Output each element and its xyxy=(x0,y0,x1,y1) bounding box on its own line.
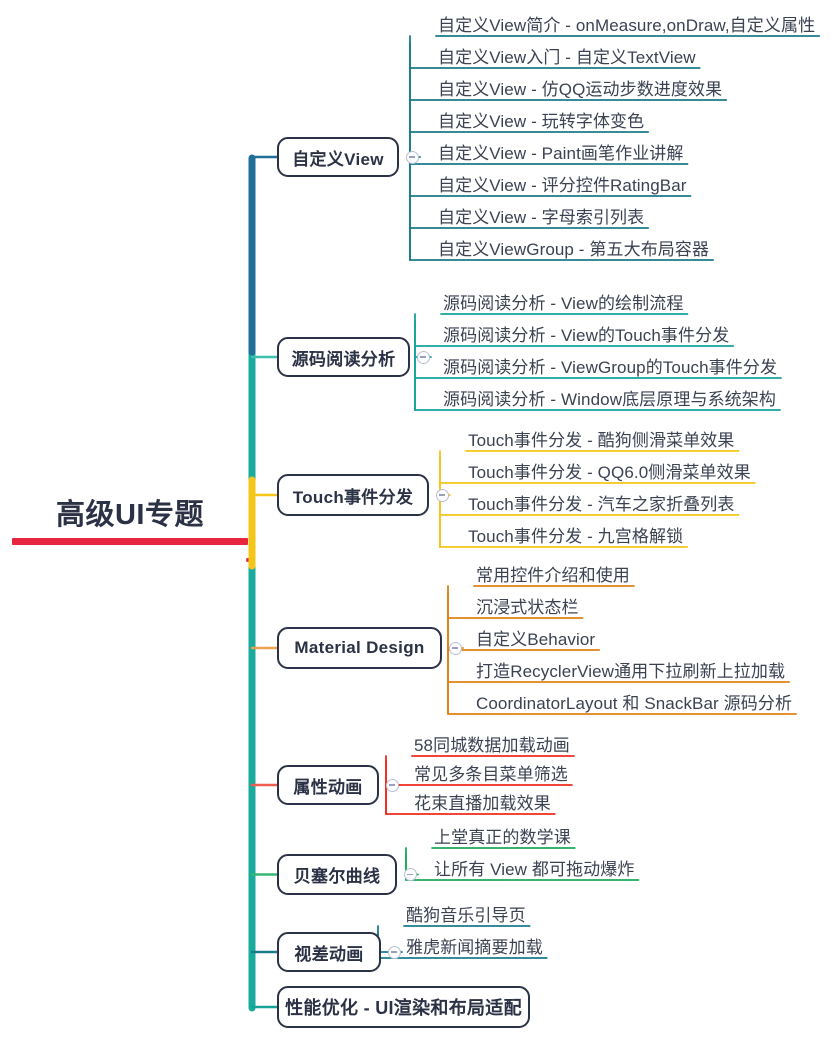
leaf-node[interactable]: 源码阅读分析 - ViewGroup的Touch事件分发 xyxy=(443,359,777,376)
leaf-node[interactable]: 自定义View入门 - 自定义TextView xyxy=(438,49,696,66)
leaf-node[interactable]: 酷狗音乐引导页 xyxy=(406,907,526,924)
leaf-node[interactable]: 源码阅读分析 - View的绘制流程 xyxy=(443,295,683,312)
leaf-node[interactable]: 源码阅读分析 - View的Touch事件分发 xyxy=(443,327,729,344)
leaf-node[interactable]: Touch事件分发 - QQ6.0侧滑菜单效果 xyxy=(468,464,751,481)
leaf-node[interactable]: 自定义Behavior xyxy=(476,631,595,648)
leaf-node[interactable]: 自定义ViewGroup - 第五大布局容器 xyxy=(438,241,709,258)
leaf-node[interactable]: 自定义View - Paint画笔作业讲解 xyxy=(438,145,684,162)
root-node[interactable]: 高级UI专题 xyxy=(12,499,248,545)
leaf-node[interactable]: 打造RecyclerView通用下拉刷新上拉加载 xyxy=(476,663,785,680)
leaf-node[interactable]: 沉浸式状态栏 xyxy=(476,599,579,616)
leaf-node[interactable]: 自定义View简介 - onMeasure,onDraw,自定义属性 xyxy=(438,17,815,34)
leaf-node[interactable]: 58同城数据加载动画 xyxy=(414,737,570,754)
leaf-node[interactable]: 常用控件介绍和使用 xyxy=(476,567,630,584)
minus-circle-icon[interactable] xyxy=(417,350,430,364)
leaf-node[interactable]: CoordinatorLayout 和 SnackBar 源码分析 xyxy=(476,695,792,712)
leaf-node[interactable]: 自定义View - 评分控件RatingBar xyxy=(438,177,687,194)
leaf-node[interactable]: Touch事件分发 - 汽车之家折叠列表 xyxy=(468,496,734,513)
mindmap-canvas: 高级UI专题 自定义View 自定义View简介 - onMeasure,onDra… xyxy=(0,0,830,1043)
root-node-underline xyxy=(12,537,248,545)
leaf-node[interactable]: 常见多条目菜单筛选 xyxy=(414,766,568,783)
branch-node[interactable]: Touch事件分发 xyxy=(277,474,429,516)
leaf-node[interactable]: Touch事件分发 - 九宫格解锁 xyxy=(468,528,683,545)
branch-node[interactable]: 视差动画 xyxy=(277,932,381,972)
root-node-label: 高级UI专题 xyxy=(55,499,204,531)
minus-circle-icon[interactable] xyxy=(404,868,417,881)
leaf-node[interactable]: 花束直播加载效果 xyxy=(414,795,551,812)
leaf-node[interactable]: 自定义View - 字母索引列表 xyxy=(438,209,644,226)
branch-node[interactable]: 属性动画 xyxy=(277,765,379,805)
branch-node[interactable]: 贝塞尔曲线 xyxy=(277,854,397,895)
minus-circle-icon[interactable] xyxy=(449,641,462,655)
leaf-node[interactable]: 让所有 View 都可拖动爆炸 xyxy=(434,861,635,878)
leaf-node[interactable]: 上堂真正的数学课 xyxy=(434,829,571,846)
branch-node[interactable]: 自定义View xyxy=(277,137,399,177)
leaf-node[interactable]: 自定义View - 玩转字体变色 xyxy=(438,113,644,130)
leaf-node[interactable]: 源码阅读分析 - Window底层原理与系统架构 xyxy=(443,391,776,408)
leaf-node[interactable]: Touch事件分发 - 酷狗侧滑菜单效果 xyxy=(468,432,734,449)
branch-node[interactable]: 源码阅读分析 xyxy=(277,337,410,377)
minus-circle-icon[interactable] xyxy=(388,945,401,959)
branch-node[interactable]: 性能优化 - UI渲染和布局适配 xyxy=(277,986,530,1028)
minus-circle-icon[interactable] xyxy=(436,488,449,502)
leaf-node[interactable]: 雅虎新闻摘要加载 xyxy=(406,939,543,956)
minus-circle-icon[interactable] xyxy=(406,150,419,164)
leaf-node[interactable]: 自定义View - 仿QQ运动步数进度效果 xyxy=(438,81,722,98)
branch-node[interactable]: Material Design xyxy=(277,627,442,669)
minus-circle-icon[interactable] xyxy=(386,778,399,792)
